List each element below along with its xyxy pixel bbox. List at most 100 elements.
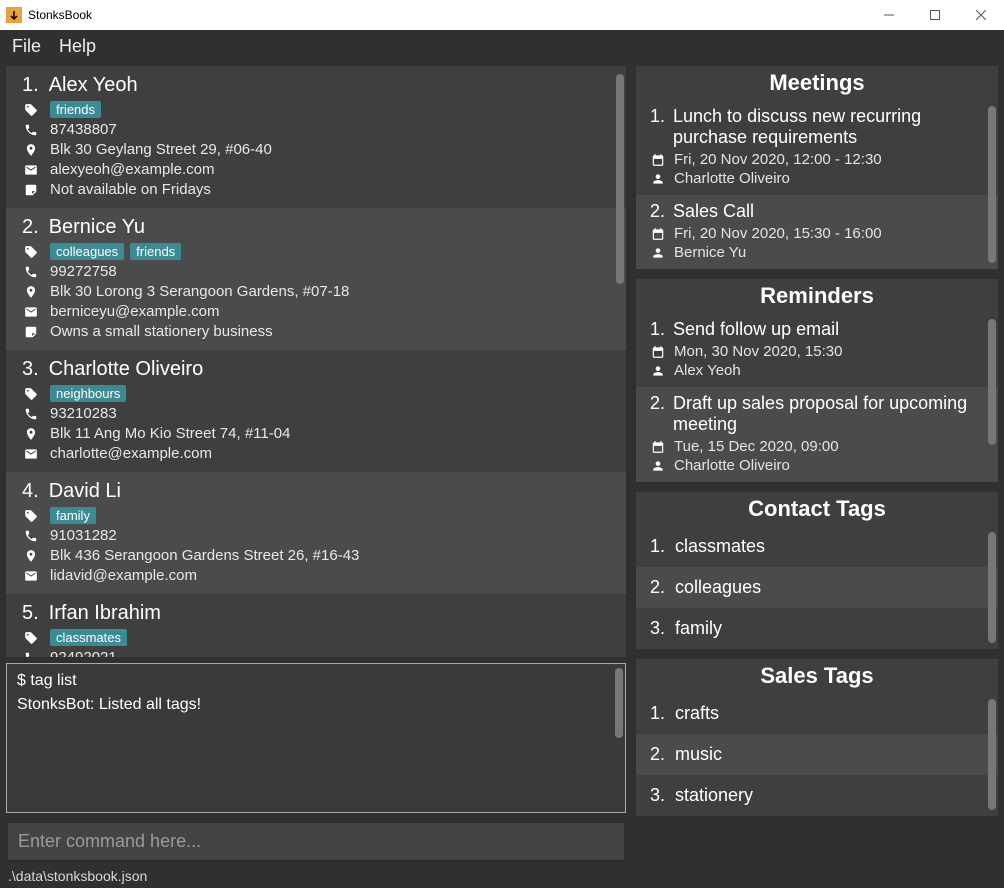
- contact-index: 5.: [22, 602, 39, 625]
- tag-list-item[interactable]: 2. music: [636, 734, 998, 775]
- item-index: 1.: [650, 703, 665, 724]
- contact-phone: 93210283: [50, 405, 117, 422]
- item-label: colleagues: [675, 577, 761, 598]
- event-card[interactable]: 1.Send follow up emailMon, 30 Nov 2020, …: [636, 313, 998, 387]
- contact-tags: classmates: [50, 629, 127, 646]
- item-index: 3.: [650, 785, 665, 806]
- event-card[interactable]: 1.Lunch to discuss new recurring purchas…: [636, 100, 998, 195]
- mail-icon: [22, 569, 40, 583]
- tag-list-item[interactable]: 2. colleagues: [636, 567, 998, 608]
- location-icon: [22, 143, 40, 157]
- contact-name: Alex Yeoh: [49, 74, 138, 97]
- result-scrollbar[interactable]: [615, 668, 623, 808]
- event-when: Tue, 15 Dec 2020, 09:00: [674, 438, 839, 455]
- person-icon: [650, 364, 666, 378]
- tag-list-item[interactable]: 3.family: [636, 608, 998, 649]
- contact-note: Not available on Fridays: [50, 181, 211, 198]
- item-index: 2.: [650, 577, 665, 598]
- meetings-title: Meetings: [636, 66, 998, 100]
- contact-note: Owns a small stationery business: [50, 323, 273, 340]
- window-title: StonksBook: [28, 8, 92, 22]
- mail-icon: [22, 447, 40, 461]
- item-index: 2.: [650, 744, 665, 765]
- calendar-icon: [650, 345, 666, 359]
- scrollbar[interactable]: [988, 699, 996, 810]
- event-when: Fri, 20 Nov 2020, 12:00 - 12:30: [674, 151, 882, 168]
- tag-icon: [22, 245, 40, 259]
- event-title: Lunch to discuss new recurring purchase …: [673, 106, 984, 148]
- result-command: $ tag list: [17, 672, 615, 690]
- window-titlebar: StonksBook: [0, 0, 1004, 30]
- event-index: 1.: [650, 319, 665, 340]
- contact-phone: 92492021: [50, 649, 117, 657]
- tag-list-item[interactable]: 1. crafts: [636, 693, 998, 734]
- reminders-panel: Reminders 1.Send follow up emailMon, 30 …: [636, 279, 998, 482]
- calendar-icon: [650, 440, 666, 454]
- scrollbar[interactable]: [988, 532, 996, 643]
- contact-email: lidavid@example.com: [50, 567, 197, 584]
- contact-address: Blk 30 Lorong 3 Serangoon Gardens, #07-1…: [50, 283, 349, 300]
- meetings-panel: Meetings 1.Lunch to discuss new recurrin…: [636, 66, 998, 269]
- tag-icon: [22, 103, 40, 117]
- contact-card[interactable]: 3.Charlotte Oliveironeighbours93210283Bl…: [6, 350, 626, 472]
- tag-chip: family: [50, 507, 96, 524]
- event-who: Charlotte Oliveiro: [674, 457, 790, 474]
- contact-tags: family: [50, 507, 96, 524]
- tag-list-item[interactable]: 1.classmates: [636, 526, 998, 567]
- event-who: Charlotte Oliveiro: [674, 170, 790, 187]
- sales-tags-title: Sales Tags: [636, 659, 998, 693]
- contact-card[interactable]: 4.David Lifamily91031282Blk 436 Serangoo…: [6, 472, 626, 594]
- event-title: Sales Call: [673, 201, 754, 222]
- event-index: 1.: [650, 106, 665, 148]
- contact-address: Blk 30 Geylang Street 29, #06-40: [50, 141, 272, 158]
- event-when: Fri, 20 Nov 2020, 15:30 - 16:00: [674, 225, 882, 242]
- contact-email: charlotte@example.com: [50, 445, 212, 462]
- event-who: Alex Yeoh: [674, 362, 741, 379]
- item-label: family: [675, 618, 722, 639]
- contact-card[interactable]: 1.Alex Yeohfriends87438807Blk 30 Geylang…: [6, 66, 626, 208]
- tag-icon: [22, 509, 40, 523]
- tag-chip: colleagues: [50, 243, 124, 260]
- status-path: .\data\stonksbook.json: [8, 868, 147, 884]
- calendar-icon: [650, 153, 666, 167]
- contact-index: 2.: [22, 216, 39, 239]
- tag-list-item[interactable]: 3.stationery: [636, 775, 998, 816]
- contact-card[interactable]: 5.Irfan Ibrahimclassmates92492021Blk 47 …: [6, 594, 626, 657]
- event-who: Bernice Yu: [674, 244, 746, 261]
- reminders-title: Reminders: [636, 279, 998, 313]
- item-label: crafts: [675, 703, 719, 724]
- phone-icon: [22, 407, 40, 421]
- event-title: Send follow up email: [673, 319, 839, 340]
- contact-list-scrollbar[interactable]: [616, 72, 624, 651]
- contact-address: Blk 11 Ang Mo Kio Street 74, #11-04: [50, 425, 290, 442]
- menu-help[interactable]: Help: [59, 36, 96, 57]
- contact-name: Bernice Yu: [49, 216, 145, 239]
- location-icon: [22, 427, 40, 441]
- menubar: File Help: [0, 30, 1004, 62]
- menu-file[interactable]: File: [12, 36, 41, 57]
- scrollbar[interactable]: [988, 106, 996, 263]
- maximize-button[interactable]: [912, 0, 958, 30]
- contact-list-panel: 1.Alex Yeohfriends87438807Blk 30 Geylang…: [6, 66, 626, 657]
- scrollbar[interactable]: [988, 319, 996, 476]
- contact-index: 4.: [22, 480, 39, 503]
- minimize-button[interactable]: [866, 0, 912, 30]
- event-index: 2.: [650, 393, 665, 435]
- calendar-icon: [650, 227, 666, 241]
- event-card[interactable]: 2. Sales Call Fri, 20 Nov 2020, 15:30 - 16…: [636, 195, 998, 269]
- contact-tags-panel: Contact Tags 1.classmates 2. colleagues 3.f…: [636, 492, 998, 649]
- event-card[interactable]: 2.Draft up sales proposal for upcoming m…: [636, 387, 998, 482]
- location-icon: [22, 285, 40, 299]
- mail-icon: [22, 163, 40, 177]
- contact-name: David Li: [49, 480, 121, 503]
- command-input[interactable]: [8, 823, 624, 862]
- contact-card[interactable]: 2.Bernice Yucolleaguesfriends99272758Blk…: [6, 208, 626, 350]
- contact-tags-title: Contact Tags: [636, 492, 998, 526]
- close-button[interactable]: [958, 0, 1004, 30]
- event-index: 2.: [650, 201, 665, 222]
- tag-chip: friends: [130, 243, 181, 260]
- contact-index: 3.: [22, 358, 39, 381]
- contact-phone: 91031282: [50, 527, 117, 544]
- item-label: music: [675, 744, 722, 765]
- contact-email: berniceyu@example.com: [50, 303, 219, 320]
